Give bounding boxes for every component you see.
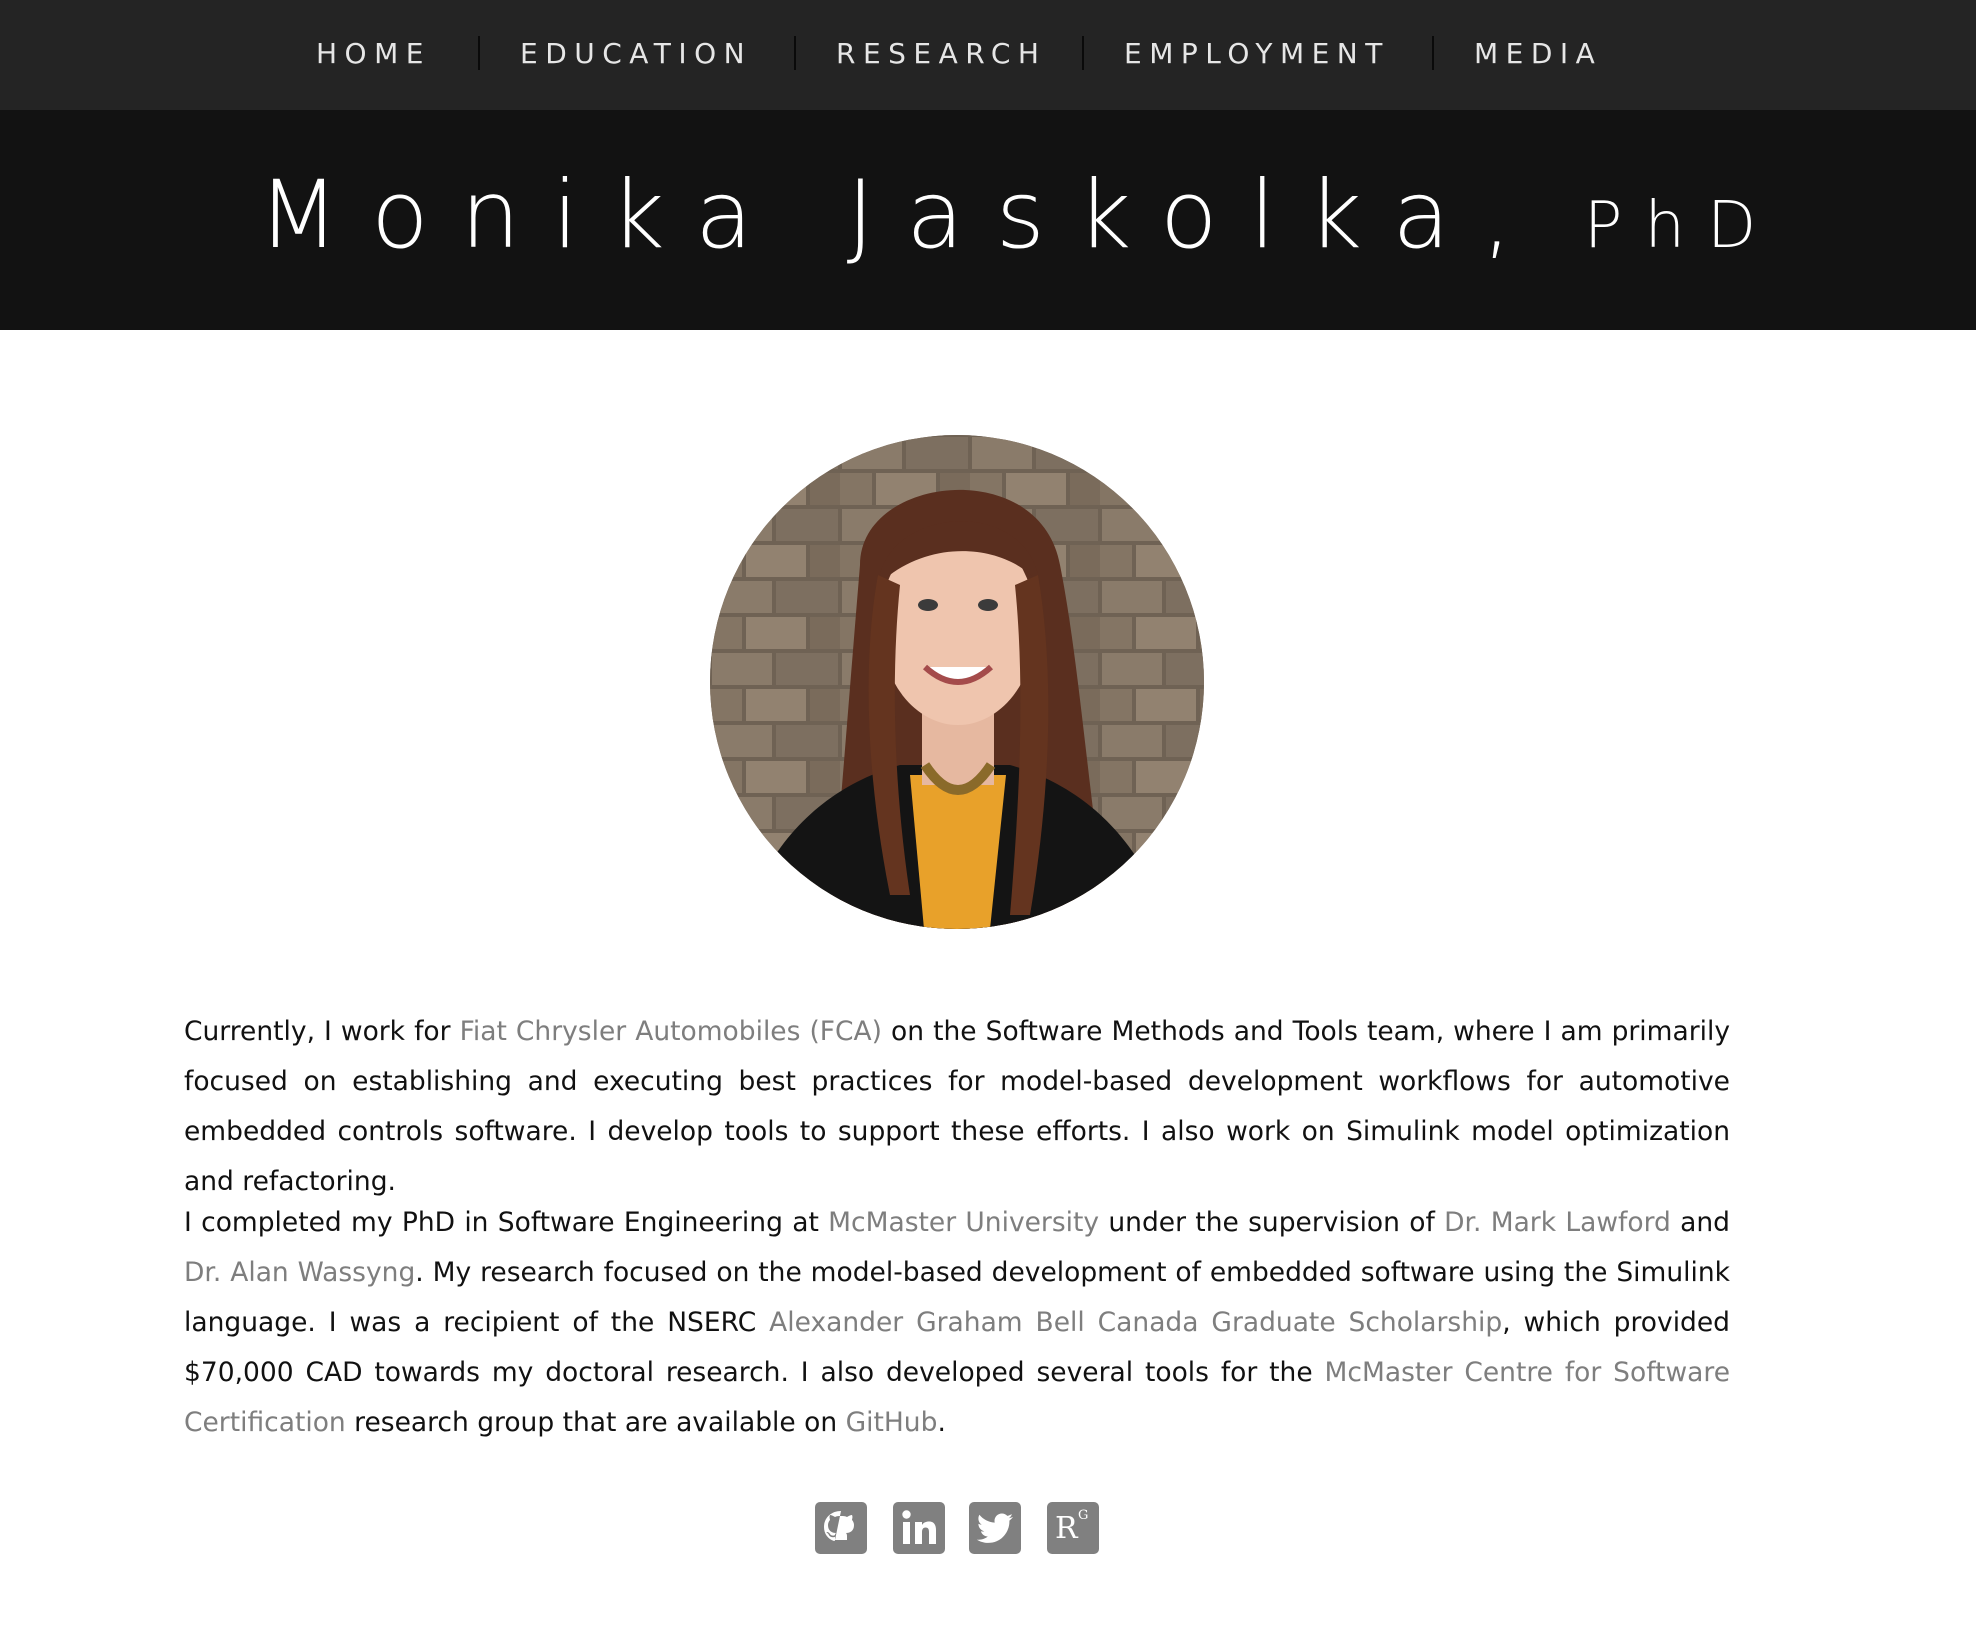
- nav-separator: [1432, 36, 1434, 70]
- researchgate-letter: R: [1055, 1511, 1078, 1546]
- nav-item-home[interactable]: HOME: [316, 34, 431, 74]
- profile-photo: [710, 435, 1204, 929]
- link-fca[interactable]: Fiat Chrysler Automobiles (FCA): [460, 1016, 882, 1047]
- link-mark-lawford[interactable]: Dr. Mark Lawford: [1444, 1207, 1671, 1238]
- link-alan-wassyng[interactable]: Dr. Alan Wassyng: [184, 1257, 415, 1288]
- bio-text: and: [1670, 1207, 1731, 1238]
- nav-item-employment[interactable]: EMPLOYMENT: [1124, 34, 1390, 74]
- nav-separator: [478, 36, 480, 70]
- bio-text: I completed my PhD in Software Engineeri…: [184, 1207, 829, 1238]
- bio-text: Currently, I work for: [184, 1016, 460, 1047]
- top-navigation: HOME EDUCATION RESEARCH EMPLOYMENT MEDIA: [0, 0, 1976, 110]
- site-title-name: Monika Jaskolka,: [258, 161, 1544, 270]
- site-title: Monika Jaskolka, PhD: [258, 156, 1778, 276]
- bio-paragraph-employment: Currently, I work for Fiat Chrysler Auto…: [184, 1007, 1730, 1207]
- link-scholarship[interactable]: Alexander Graham Bell Canada Graduate Sc…: [769, 1307, 1502, 1338]
- nav-separator: [794, 36, 796, 70]
- researchgate-icon[interactable]: R G: [1047, 1502, 1099, 1554]
- link-github[interactable]: GitHub: [846, 1407, 938, 1438]
- linkedin-icon[interactable]: [893, 1502, 945, 1554]
- bio-text: .: [937, 1407, 946, 1438]
- bio-text: under the supervision of: [1099, 1207, 1445, 1238]
- researchgate-superscript: G: [1078, 1508, 1089, 1523]
- github-icon[interactable]: [815, 1502, 867, 1554]
- nav-item-media[interactable]: MEDIA: [1474, 34, 1602, 74]
- bio-text: research group that are available on: [345, 1407, 846, 1438]
- researchgate-logo: R G: [1047, 1502, 1099, 1554]
- link-mcmaster-university[interactable]: McMaster University: [828, 1207, 1099, 1238]
- twitter-icon[interactable]: [969, 1502, 1021, 1554]
- portrait-illustration: [710, 435, 1204, 929]
- nav-item-research[interactable]: RESEARCH: [836, 34, 1046, 74]
- nav-menu: HOME EDUCATION RESEARCH EMPLOYMENT MEDIA: [0, 0, 1976, 110]
- nav-item-education[interactable]: EDUCATION: [520, 34, 752, 74]
- nav-separator: [1082, 36, 1084, 70]
- site-title-suffix: PhD: [1583, 189, 1779, 263]
- bio-paragraph-education: I completed my PhD in Software Engineeri…: [184, 1198, 1730, 1448]
